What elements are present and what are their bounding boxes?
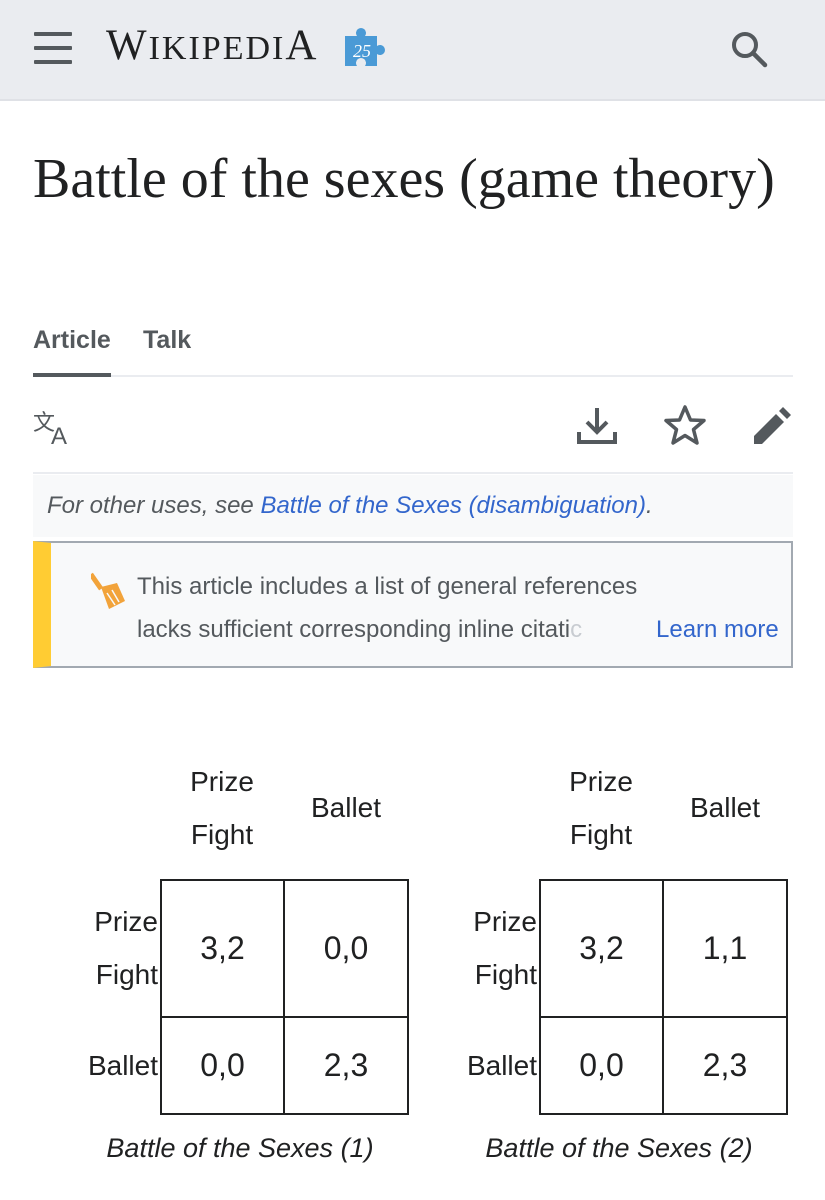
svg-text:25: 25: [353, 41, 371, 61]
row-header: Prize Fight: [94, 906, 158, 990]
column-header: Prize Fight: [190, 766, 254, 850]
row-header: Prize Fight: [473, 906, 537, 990]
search-icon[interactable]: [727, 27, 771, 71]
payoff-cell: 0,0: [285, 881, 407, 1018]
payoff-matrix-1: Prize Fight Ballet Prize Fight Ballet 3,…: [40, 755, 420, 1185]
download-icon[interactable]: [575, 404, 619, 448]
payoff-cell: 1,1: [664, 881, 786, 1018]
svg-text:A: A: [51, 423, 67, 448]
hatnote-prefix: For other uses, see: [47, 492, 261, 519]
payoff-matrix-2: Prize Fight Ballet Prize Fight Ballet 3,…: [419, 755, 799, 1185]
edit-icon[interactable]: [750, 404, 794, 448]
hatnote-suffix: .: [645, 492, 653, 519]
column-header: Ballet: [689, 792, 761, 823]
row-header: Ballet: [87, 1050, 158, 1081]
column-header: Prize Fight: [569, 766, 633, 850]
broom-icon: [91, 572, 125, 609]
page-tabs: Article Talk: [33, 320, 793, 377]
disambiguation-link[interactable]: Battle of the Sexes (disambiguation): [260, 492, 646, 519]
payoff-grid: 3,2 1,1 0,0 2,3: [539, 879, 788, 1115]
learn-more-link[interactable]: Learn more: [656, 608, 779, 651]
notice-text: This article includes a list of general …: [137, 573, 637, 643]
top-bar: WIKIPEDIA 25: [0, 0, 825, 101]
language-icon[interactable]: 文 A: [33, 408, 77, 448]
payoff-grid: 3,2 0,0 0,0 2,3: [160, 879, 409, 1115]
page-actions: 文 A: [33, 378, 793, 474]
matrix-caption: Battle of the Sexes (2): [485, 1133, 753, 1163]
payoff-cell: 0,0: [541, 1018, 664, 1113]
tab-article[interactable]: Article: [33, 320, 111, 377]
star-icon[interactable]: [661, 404, 709, 448]
tab-talk[interactable]: Talk: [143, 320, 191, 360]
menu-icon[interactable]: [34, 32, 72, 64]
payoff-cell: 2,3: [323, 1047, 369, 1083]
payoff-cell: 0,0: [162, 1018, 285, 1113]
anniversary-puzzle-icon: 25: [345, 28, 385, 66]
payoff-cell: 3,2: [162, 881, 285, 1018]
row-header: Ballet: [466, 1050, 537, 1081]
payoff-cell: 2,3: [702, 1047, 748, 1083]
payoff-cell: 3,2: [541, 881, 664, 1018]
matrix-caption: Battle of the Sexes (1): [106, 1133, 374, 1163]
hatnote: For other uses, see Battle of the Sexes …: [33, 475, 793, 537]
wikipedia-logo[interactable]: WIKIPEDIA: [106, 21, 318, 74]
citation-notice: This article includes a list of general …: [33, 541, 793, 668]
column-header: Ballet: [310, 792, 382, 823]
page-title: Battle of the sexes (game theory): [33, 148, 775, 210]
